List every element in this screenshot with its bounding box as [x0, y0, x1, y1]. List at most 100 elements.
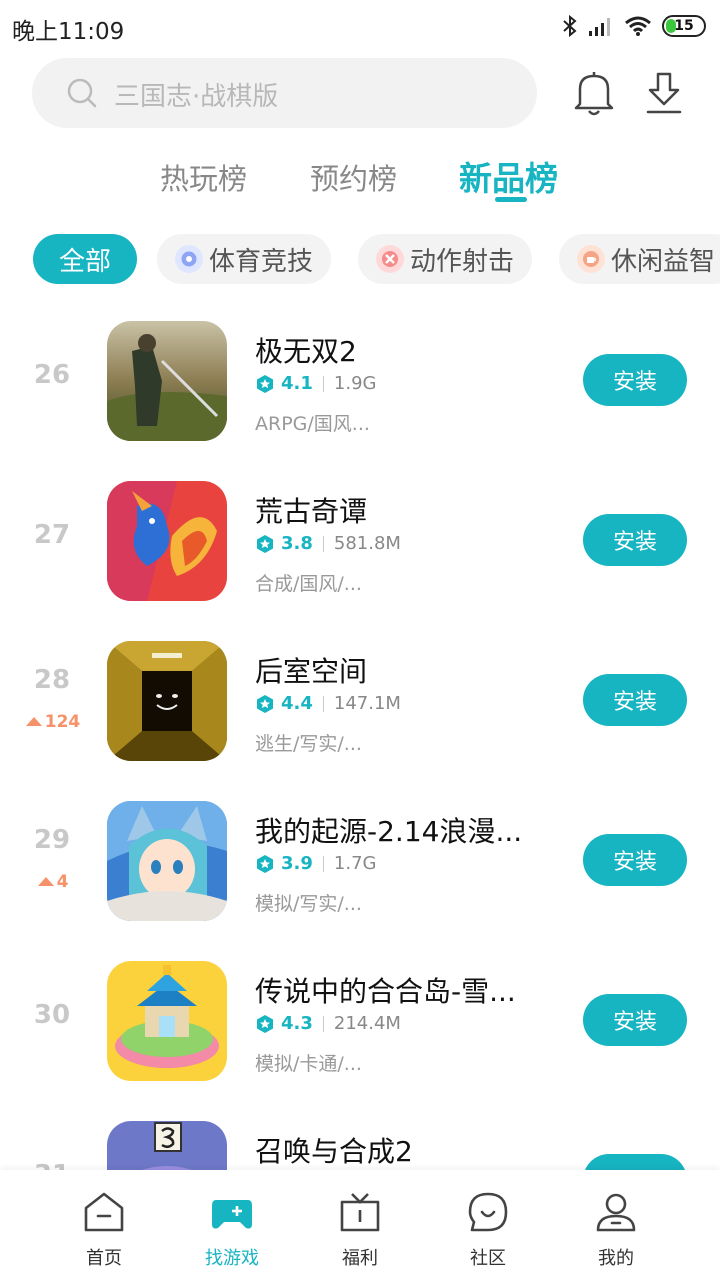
- game-tags: 逃生/写实/...: [255, 733, 362, 755]
- battery-level: 15: [674, 18, 694, 34]
- rating-star-icon: [257, 374, 273, 393]
- game-meta: 4.1 1.9G: [255, 373, 376, 394]
- list-item[interactable]: 27 荒古奇谭 3.8 581.8M 合成/国风/... 安装: [0, 460, 720, 620]
- divider: [322, 1015, 324, 1032]
- list-item[interactable]: 26 极无双2 4.1 1.9G ARPG/国风... 安装: [0, 300, 720, 460]
- game-tags: 合成/国风/...: [255, 573, 362, 595]
- game-score: 3.8: [281, 533, 313, 554]
- game-icon-backrooms[interactable]: [107, 641, 227, 761]
- sports-ball-icon: [175, 245, 203, 273]
- rating-star-icon: [257, 1014, 273, 1033]
- game-size: 581.8M: [333, 533, 401, 554]
- rank-number: 30: [33, 1000, 71, 1030]
- game-icon-island[interactable]: [107, 961, 227, 1081]
- game-name: 荒古奇谭: [255, 495, 368, 528]
- divider: [322, 695, 324, 712]
- rank-up-icon: [37, 877, 54, 886]
- nav-label: 福利: [342, 1248, 378, 1269]
- wifi-icon: [625, 16, 651, 36]
- status-bar: 晚上11:09 15: [0, 0, 720, 52]
- game-tags: 模拟/写实/...: [255, 893, 362, 915]
- game-meta: 4.4 147.1M: [255, 693, 401, 714]
- game-meta: 4.3 214.4M: [255, 1013, 401, 1034]
- chip-all[interactable]: 全部: [33, 234, 137, 284]
- divider: [322, 375, 324, 392]
- rank-change-value: 4: [56, 872, 69, 892]
- status-time: 晚上11:09: [12, 19, 125, 45]
- rank-number: 27: [33, 520, 71, 550]
- profile-icon: [596, 1193, 636, 1232]
- chip-casual[interactable]: 休闲益智: [559, 234, 720, 284]
- rank-change: 124: [18, 712, 88, 732]
- nav-label: 找游戏: [205, 1248, 259, 1269]
- chip-action[interactable]: 动作射击: [358, 234, 533, 284]
- gamepad-icon: [212, 1200, 252, 1229]
- game-icon-anime-girl[interactable]: [107, 801, 227, 921]
- category-chips: 全部 体育竞技 动作射击 休闲益智: [0, 234, 720, 284]
- nav-label: 首页: [86, 1248, 122, 1269]
- download-icon: [646, 72, 682, 114]
- tab-indicator: [495, 197, 527, 202]
- divider: [322, 535, 324, 552]
- chip-label: 体育竞技: [209, 246, 314, 277]
- rank-change-value: 124: [44, 712, 81, 732]
- notification-button[interactable]: [570, 68, 618, 118]
- tab-hot[interactable]: 热玩榜: [160, 156, 247, 198]
- chip-sports[interactable]: 体育竞技: [157, 234, 332, 284]
- rank-up-icon: [25, 717, 42, 726]
- game-size: 147.1M: [333, 693, 401, 714]
- bottom-nav: 首页 找游戏 福利 社区 我的: [0, 1170, 720, 1280]
- tab-reservation[interactable]: 预约榜: [310, 156, 397, 198]
- game-name: 极无双2: [255, 335, 357, 368]
- rank-number: 29: [33, 825, 71, 855]
- bell-icon: [574, 72, 614, 116]
- coffee-cup-icon: [577, 245, 605, 273]
- nav-home[interactable]: 首页: [49, 1170, 159, 1280]
- search-icon: [67, 78, 97, 108]
- game-meta: 3.8 581.8M: [255, 533, 401, 554]
- divider: [322, 855, 324, 872]
- signal-icon: [589, 18, 610, 36]
- rating-star-icon: [257, 694, 273, 713]
- community-icon: [468, 1192, 508, 1232]
- rank-change: 4: [18, 872, 88, 892]
- install-button[interactable]: 安装: [583, 354, 687, 406]
- ranking-tabs: 热玩榜 预约榜 新品榜: [0, 156, 720, 206]
- game-tags: ARPG/国风...: [255, 413, 370, 435]
- tab-new[interactable]: 新品榜: [459, 152, 558, 200]
- install-button[interactable]: 安装: [583, 834, 687, 886]
- game-size: 1.9G: [333, 373, 377, 394]
- game-meta: 3.9 1.7G: [255, 853, 376, 874]
- game-size: 214.4M: [333, 1013, 401, 1034]
- list-item[interactable]: 28 124 后室空间 4.4 147.1M 逃生/写实/... 安装: [0, 620, 720, 780]
- install-button[interactable]: 安装: [583, 674, 687, 726]
- list-item[interactable]: 29 4 我的起源-2.14浪漫... 3.9 1.7G 模拟/写实/... 安…: [0, 780, 720, 940]
- gift-icon: [340, 1193, 380, 1232]
- nav-profile[interactable]: 我的: [561, 1170, 671, 1280]
- game-size: 1.7G: [333, 853, 377, 874]
- rank-number: 28: [33, 665, 71, 695]
- list-item[interactable]: 30 传说中的合合岛-雪... 4.3 214.4M 模拟/卡通/... 安装: [0, 940, 720, 1100]
- game-name: 召唤与合成2: [255, 1135, 413, 1168]
- battery-icon: 15: [662, 15, 706, 37]
- game-icon-warrior[interactable]: [107, 321, 227, 441]
- install-button[interactable]: 安装: [583, 514, 687, 566]
- rank-number: 26: [33, 360, 71, 390]
- search-bar[interactable]: 三国志·战棋版: [32, 58, 537, 128]
- nav-community[interactable]: 社区: [433, 1170, 543, 1280]
- game-tags: 模拟/卡通/...: [255, 1053, 362, 1075]
- download-button[interactable]: [640, 68, 688, 118]
- nav-label: 我的: [598, 1248, 634, 1269]
- install-button[interactable]: 安装: [583, 994, 687, 1046]
- nav-label: 社区: [470, 1248, 506, 1269]
- status-icons: 15: [562, 12, 706, 40]
- nav-welfare[interactable]: 福利: [305, 1170, 415, 1280]
- game-icon-dragon[interactable]: [107, 481, 227, 601]
- game-name: 我的起源-2.14浪漫...: [255, 815, 523, 848]
- game-name: 传说中的合合岛-雪...: [255, 975, 516, 1008]
- nav-find-games[interactable]: 找游戏: [177, 1170, 287, 1280]
- search-placeholder: 三国志·战棋版: [114, 82, 279, 112]
- game-score: 4.1: [281, 373, 313, 394]
- chip-label: 动作射击: [410, 246, 515, 277]
- bluetooth-icon: [563, 14, 577, 38]
